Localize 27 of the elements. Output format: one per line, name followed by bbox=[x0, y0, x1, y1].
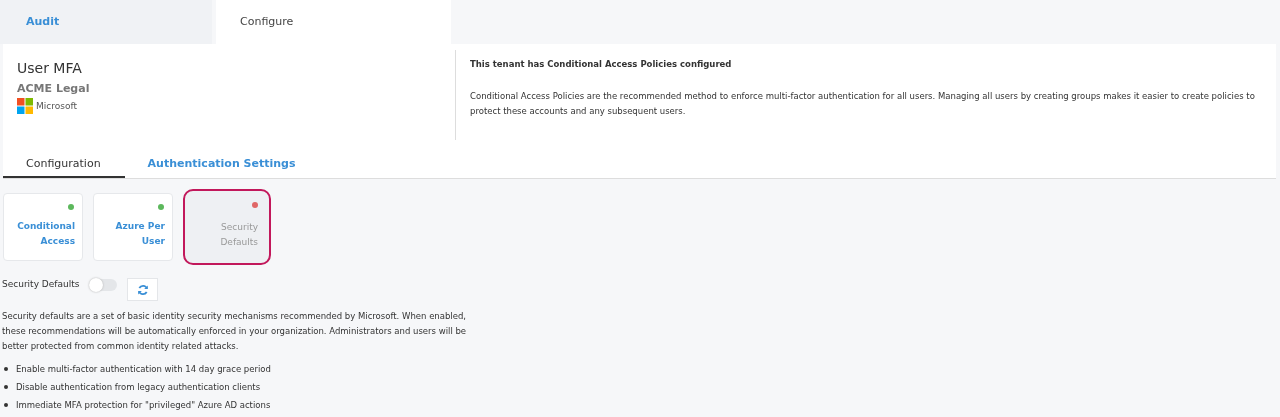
list-item-text: Immediate MFA protection for "privileged" Azure AD actions bbox=[16, 400, 271, 410]
tab[interactable]: Audit bbox=[0, 0, 212, 44]
refresh-button[interactable] bbox=[127, 278, 159, 301]
microsoft-logo-icon bbox=[17, 98, 33, 114]
bullet-icon bbox=[4, 385, 8, 389]
description-text: Security defaults are a set of basic identity security mechanisms recommended by Microsoft. When enabled, these recommendations will be automatically enforced in your organization. Administrators and users will be better protected from common identity related attacks. bbox=[2, 310, 468, 353]
method-card[interactable]: Conditional Access bbox=[3, 193, 83, 261]
provider-name: Microsoft bbox=[36, 101, 77, 111]
method-label: Security Defaults bbox=[219, 221, 258, 249]
toggle-switch[interactable] bbox=[89, 279, 118, 291]
bullet-icon bbox=[4, 367, 8, 371]
bullet-icon bbox=[4, 403, 8, 407]
notice-title: This tenant has Conditional Access Policies configured bbox=[470, 59, 733, 69]
refresh-icon bbox=[136, 283, 149, 296]
toggle-label: Security Defaults bbox=[2, 279, 80, 289]
page-title: User MFA bbox=[17, 60, 83, 76]
method-label: Azure Per User bbox=[114, 220, 165, 248]
list-item-text: Disable authentication from legacy authentication clients bbox=[16, 382, 261, 392]
tab[interactable]: Authentication Settings bbox=[124, 157, 320, 178]
method-card[interactable]: Security Defaults bbox=[183, 189, 271, 265]
method-card[interactable]: Azure Per User bbox=[93, 193, 173, 261]
method-label: Conditional Access bbox=[16, 220, 75, 248]
tab[interactable]: Configure bbox=[216, 0, 451, 44]
list-item-text: Enable multi-factor authentication with 14 day grace period bbox=[16, 364, 271, 374]
notice-text: Conditional Access Policies are the recommended method to enforce multi-factor authentication for all users. Managing all users by creating groups makes it easier to create policies to protect these accounts and any subsequent users. bbox=[470, 90, 1256, 118]
tab[interactable]: Configuration bbox=[3, 157, 125, 178]
tenant-name: ACME Legal bbox=[17, 82, 91, 95]
